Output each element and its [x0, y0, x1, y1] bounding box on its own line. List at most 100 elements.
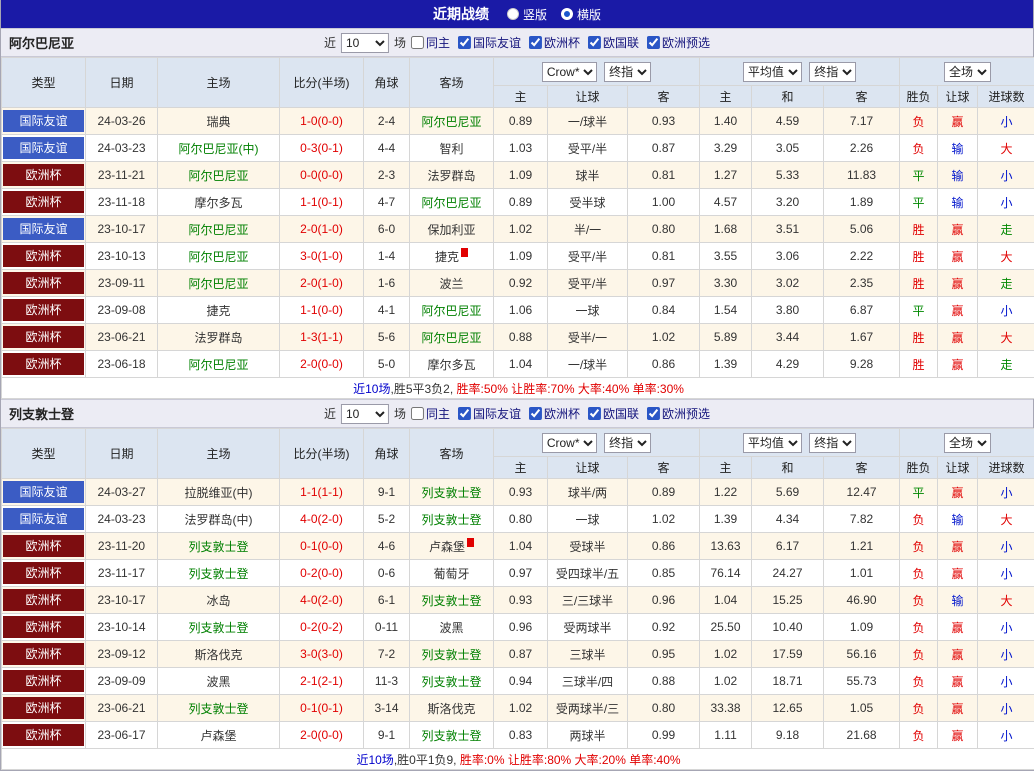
recent-count-select[interactable]: 10 — [341, 33, 389, 53]
vertical-layout-radio[interactable] — [507, 8, 519, 20]
filter-option[interactable]: 欧洲杯 — [529, 34, 580, 51]
team-link[interactable]: 保加利亚 — [427, 223, 475, 237]
team-link[interactable]: 列支敦士登 — [421, 594, 481, 608]
team-link[interactable]: 阿尔巴尼亚 — [188, 358, 248, 372]
team-link[interactable]: 法罗群岛 — [427, 169, 475, 183]
team-link[interactable]: 阿尔巴尼亚 — [188, 169, 248, 183]
filter-label: 欧洲预选 — [662, 34, 710, 51]
col-type: 类型 — [2, 58, 86, 108]
team-link[interactable]: 列支敦士登 — [421, 486, 481, 500]
team-link[interactable]: 波黑 — [206, 675, 230, 689]
team-link[interactable]: 斯洛伐克 — [194, 648, 242, 662]
filter-label: 同主 — [426, 405, 450, 422]
horizontal-layout-option[interactable]: 横版 — [561, 6, 601, 23]
team-link[interactable]: 阿尔巴尼亚 — [421, 115, 481, 129]
filter-option[interactable]: 国际友谊 — [458, 405, 521, 422]
team-link[interactable]: 阿尔巴尼亚 — [188, 250, 248, 264]
avg-stage-select[interactable]: 终指 — [809, 433, 856, 453]
odds-stage-select[interactable]: 终指 — [604, 62, 651, 82]
match-row: 欧洲杯 23-11-20 列支敦士登 0-1(0-0) 4-6 卢森堡 1.04… — [2, 533, 1034, 560]
team-link[interactable]: 法罗群岛 — [194, 331, 242, 345]
odds-provider-select[interactable]: Crow* — [542, 433, 597, 453]
avg-draw: 4.29 — [752, 351, 824, 378]
score: 1-1(0-1) — [280, 189, 364, 216]
avg-draw: 17.59 — [752, 641, 824, 668]
filter-option[interactable]: 同主 — [411, 405, 450, 422]
recent-label: 近 — [324, 405, 336, 422]
team-link[interactable]: 摩尔多瓦 — [427, 358, 475, 372]
team-link[interactable]: 智利 — [439, 142, 463, 156]
avg-away: 1.89 — [824, 189, 900, 216]
team-link[interactable]: 冰岛 — [206, 594, 230, 608]
filter-checkbox[interactable] — [411, 407, 424, 420]
filter-checkbox[interactable] — [458, 407, 471, 420]
odds-provider-select[interactable]: Crow* — [542, 62, 597, 82]
avg-away: 11.83 — [824, 162, 900, 189]
filter-checkbox[interactable] — [647, 36, 660, 49]
filter-checkbox[interactable] — [647, 407, 660, 420]
filter-option[interactable]: 欧洲预选 — [647, 34, 710, 51]
avg-away: 1.21 — [824, 533, 900, 560]
team-link[interactable]: 瑞典 — [206, 115, 230, 129]
subcol-avg-draw: 和 — [752, 86, 824, 108]
team-link[interactable]: 列支敦士登 — [421, 513, 481, 527]
team-link[interactable]: 葡萄牙 — [433, 567, 469, 581]
team-link[interactable]: 阿尔巴尼亚 — [188, 277, 248, 291]
filter-option[interactable]: 欧国联 — [588, 34, 639, 51]
avg-stage-select[interactable]: 终指 — [809, 62, 856, 82]
away-team: 阿尔巴尼亚 — [410, 189, 494, 216]
avg-provider-select[interactable]: 平均值 — [743, 62, 802, 82]
team-link[interactable]: 阿尔巴尼亚 — [188, 223, 248, 237]
match-type-cell: 欧洲杯 — [2, 641, 86, 668]
team-link[interactable]: 卢森堡 — [429, 540, 465, 554]
team-link[interactable]: 法罗群岛(中) — [185, 513, 253, 527]
team-link[interactable]: 波兰 — [439, 277, 463, 291]
result-scope-select[interactable]: 全场 — [944, 62, 991, 82]
team-link[interactable]: 捷克 — [206, 304, 230, 318]
team-link[interactable]: 列支敦士登 — [188, 540, 248, 554]
team-link[interactable]: 列支敦士登 — [421, 729, 481, 743]
horizontal-layout-radio[interactable] — [561, 8, 573, 20]
team-link[interactable]: 阿尔巴尼亚 — [421, 331, 481, 345]
match-type-cell: 国际友谊 — [2, 479, 86, 506]
team-link[interactable]: 列支敦士登 — [188, 567, 248, 581]
team-link[interactable]: 斯洛伐克 — [427, 702, 475, 716]
filter-checkbox[interactable] — [411, 36, 424, 49]
team-link[interactable]: 捷克 — [435, 250, 459, 264]
result-goals: 小 — [978, 533, 1034, 560]
filter-option[interactable]: 同主 — [411, 34, 450, 51]
team-link[interactable]: 卢森堡 — [200, 729, 236, 743]
col-date: 日期 — [86, 429, 158, 479]
team-link[interactable]: 阿尔巴尼亚 — [421, 196, 481, 210]
subcol-avg-home: 主 — [700, 86, 752, 108]
filter-option[interactable]: 欧洲预选 — [647, 405, 710, 422]
filter-checkbox[interactable] — [529, 407, 542, 420]
team-link[interactable]: 波黑 — [439, 621, 463, 635]
team-link[interactable]: 列支敦士登 — [421, 648, 481, 662]
team-link[interactable]: 拉脱维亚(中) — [185, 486, 253, 500]
team-link[interactable]: 阿尔巴尼亚 — [421, 304, 481, 318]
result-goals: 小 — [978, 641, 1034, 668]
recent-count-select[interactable]: 10 — [341, 404, 389, 424]
odds-stage-select[interactable]: 终指 — [604, 433, 651, 453]
filter-checkbox[interactable] — [588, 407, 601, 420]
odds-handicap: 两球半 — [548, 722, 628, 749]
vertical-layout-option[interactable]: 竖版 — [507, 6, 547, 23]
team-link[interactable]: 列支敦士登 — [421, 675, 481, 689]
team-link[interactable]: 阿尔巴尼亚(中) — [179, 142, 259, 156]
away-team: 列支敦士登 — [410, 479, 494, 506]
recent-unit-label: 场 — [394, 34, 406, 51]
team-link[interactable]: 摩尔多瓦 — [194, 196, 242, 210]
filter-option[interactable]: 欧洲杯 — [529, 405, 580, 422]
filter-checkbox[interactable] — [588, 36, 601, 49]
result-scope-select[interactable]: 全场 — [944, 433, 991, 453]
filter-checkbox[interactable] — [458, 36, 471, 49]
team-link[interactable]: 列支敦士登 — [188, 621, 248, 635]
filter-option[interactable]: 欧国联 — [588, 405, 639, 422]
filter-checkbox[interactable] — [529, 36, 542, 49]
filter-option[interactable]: 国际友谊 — [458, 34, 521, 51]
team-link[interactable]: 列支敦士登 — [188, 702, 248, 716]
odds-away: 0.81 — [628, 243, 700, 270]
avg-provider-select[interactable]: 平均值 — [743, 433, 802, 453]
team-name: 列支敦士登 — [9, 404, 74, 423]
